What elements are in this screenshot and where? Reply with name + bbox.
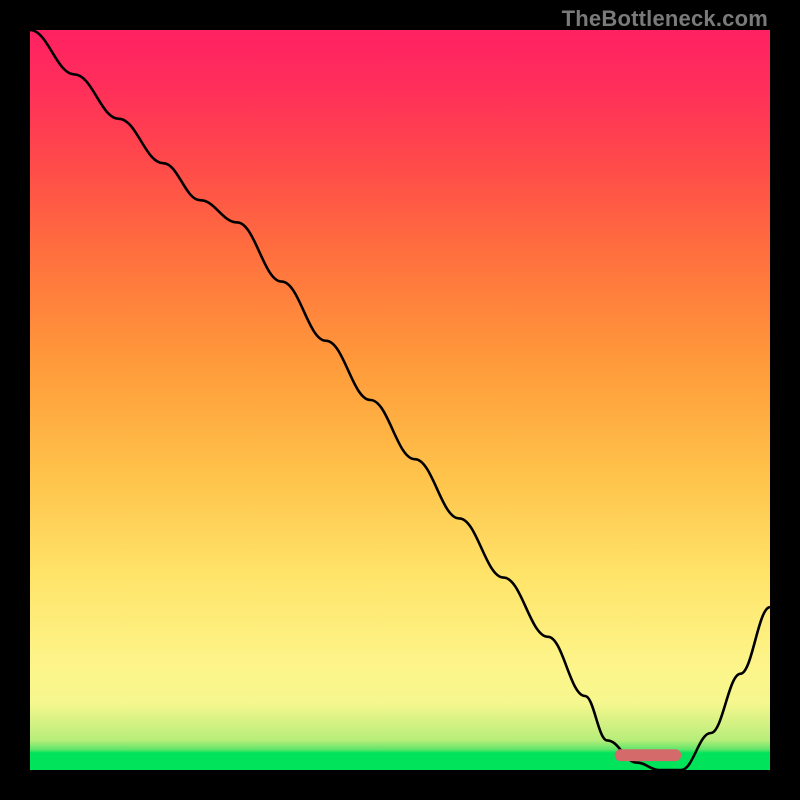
bottleneck-curve bbox=[30, 30, 770, 770]
plot-area bbox=[30, 30, 770, 770]
watermark-text: TheBottleneck.com bbox=[562, 6, 768, 32]
overlay-svg bbox=[30, 30, 770, 770]
chart-frame: TheBottleneck.com bbox=[0, 0, 800, 800]
optimal-marker bbox=[615, 749, 682, 761]
